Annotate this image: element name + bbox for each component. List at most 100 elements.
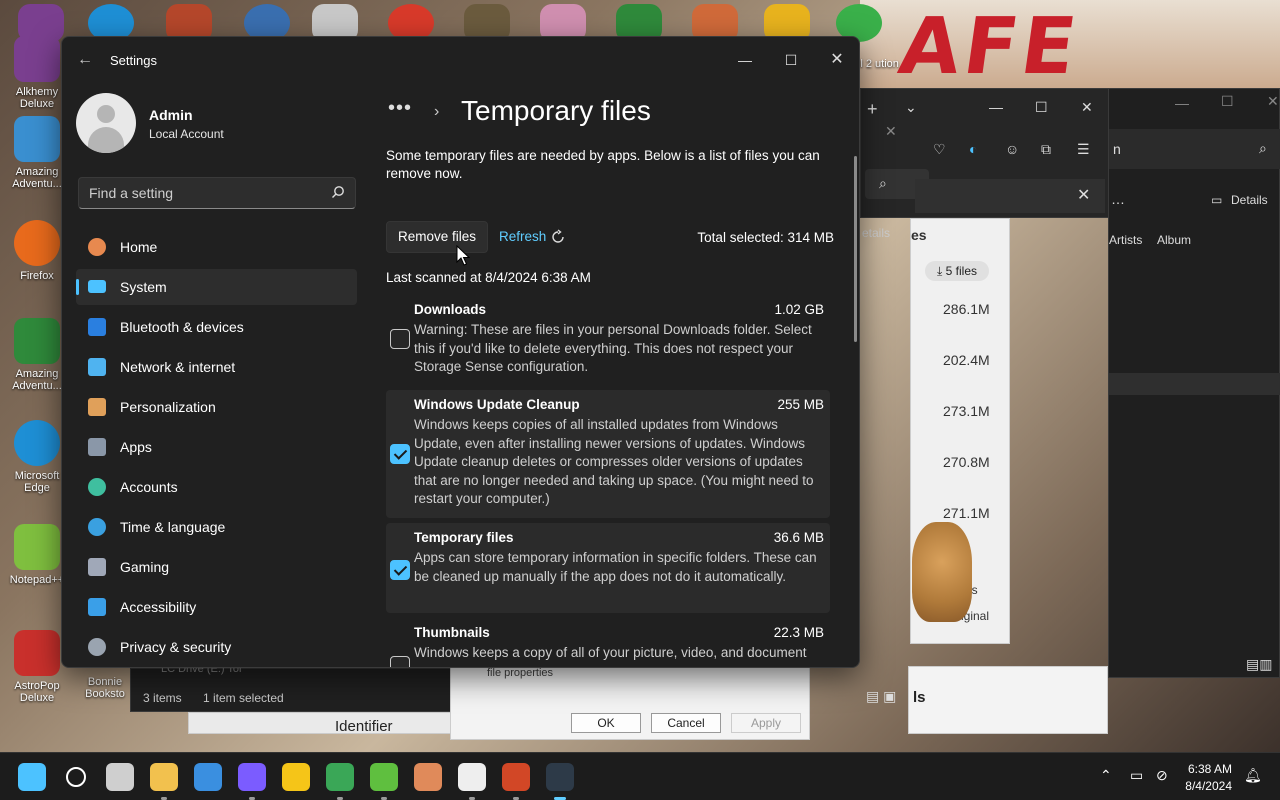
task-view-icon[interactable] <box>106 763 134 791</box>
ok-button[interactable]: OK <box>571 713 641 733</box>
cancel-button[interactable]: Cancel <box>651 713 721 733</box>
close-button[interactable]: ✕ <box>820 45 854 75</box>
downloads-checkbox[interactable] <box>390 329 410 349</box>
powerpoint-icon[interactable] <box>502 763 530 791</box>
file-category-thumbnails[interactable]: Thumbnails 22.3 MB Windows keeps a copy … <box>386 618 830 667</box>
breadcrumb-more-button[interactable]: ••• <box>388 97 412 120</box>
nav-item-home[interactable]: Home <box>76 229 357 265</box>
personalization-icon <box>88 398 106 416</box>
file-category-downloads[interactable]: Downloads 1.02 GB Warning: These are fil… <box>386 295 830 385</box>
desktop-icon-astropop[interactable]: AstroPop Deluxe <box>6 630 68 704</box>
microsoft-store-icon[interactable] <box>194 763 222 791</box>
account-icon[interactable]: ☺ <box>1005 141 1019 157</box>
notifications-bell-icon[interactable]: 🔔︎ <box>1244 767 1262 783</box>
media-maximize-icon[interactable]: ☐ <box>1221 93 1234 110</box>
content-scrollbar[interactable] <box>854 156 857 342</box>
desktop-icon-alkhemy[interactable]: Alkhemy Deluxe <box>6 36 68 110</box>
nav-item-time-language[interactable]: Time & language <box>76 509 357 545</box>
desktop-icon-label[interactable]: Bonnie Booksto <box>78 676 132 700</box>
browser-maximize-icon[interactable]: ☐ <box>1035 99 1048 116</box>
apply-button[interactable]: Apply <box>731 713 801 733</box>
back-arrow-icon[interactable]: ← <box>74 49 96 71</box>
nav-item-apps[interactable]: Apps <box>76 429 357 465</box>
tray-time[interactable]: 6:38 AM <box>1188 762 1232 776</box>
column-artists[interactable]: Artists <box>1109 233 1142 247</box>
user-name: Admin <box>149 107 193 123</box>
settings-gear-icon[interactable] <box>546 763 574 791</box>
new-tab-icon[interactable]: + <box>867 99 878 120</box>
nav-item-label: Apps <box>120 439 152 455</box>
nav-item-shield[interactable]: Privacy & security <box>76 629 357 665</box>
maximize-button[interactable]: ☐ <box>774 45 808 75</box>
browser-close-icon[interactable]: ✕ <box>1081 99 1093 116</box>
start-icon[interactable] <box>18 763 46 791</box>
nav-item-personalization[interactable]: Personalization <box>76 389 357 425</box>
nav-item-system[interactable]: System <box>76 269 357 305</box>
hamburger-menu-icon[interactable]: ☰ <box>1077 141 1090 158</box>
volume-muted-icon[interactable]: ⊘ <box>1156 767 1172 783</box>
extensions-puzzle-icon[interactable]: ⧉ <box>1041 141 1051 158</box>
file-explorer-icon[interactable] <box>150 763 178 791</box>
tray-date[interactable]: 8/4/2024 <box>1185 779 1232 793</box>
view-toggle-icons-right[interactable]: ▤▥ <box>1246 656 1272 673</box>
app-yellow-icon[interactable] <box>282 763 310 791</box>
remove-files-button[interactable]: Remove files <box>386 221 488 253</box>
nav-item-label: Home <box>120 239 158 255</box>
app-green-cube-icon[interactable] <box>370 763 398 791</box>
media-selected-row[interactable] <box>1109 373 1280 395</box>
media-search-bar[interactable]: n ⌕ <box>1109 129 1280 169</box>
file-category-windows-update-cleanup[interactable]: Windows Update Cleanup 255 MB Windows ke… <box>386 390 830 518</box>
more-options-icon[interactable]: … <box>1111 191 1125 207</box>
column-album[interactable]: Album <box>1157 233 1191 247</box>
details-icon[interactable]: ▭ <box>1211 193 1222 207</box>
files-badge-label: 5 files <box>945 264 977 278</box>
settings-search-box[interactable] <box>78 177 356 209</box>
chevron-up-icon[interactable]: ⌃ <box>1100 767 1116 783</box>
desktop-icon-amazing-adventures-2[interactable]: Amazing Adventu... <box>6 318 68 392</box>
desktop-icon-edge[interactable]: Microsoft Edge <box>6 420 68 494</box>
pocket-icon[interactable]: ♡ <box>933 141 946 158</box>
refresh-icon[interactable] <box>550 229 566 245</box>
search-icon[interactable] <box>331 185 345 199</box>
details-button[interactable]: Details <box>1231 193 1268 207</box>
nav-item-gaming[interactable]: Gaming <box>76 549 357 585</box>
search-icon[interactable] <box>66 767 86 787</box>
time-language-icon <box>88 518 106 536</box>
chevron-right-icon: › <box>434 103 440 120</box>
nav-item-accounts[interactable]: Accounts <box>76 469 357 505</box>
mouse-cursor-icon <box>456 245 470 266</box>
windows-update-cleanup-checkbox[interactable] <box>390 444 410 464</box>
minimize-button[interactable]: — <box>728 45 762 75</box>
browser-minimize-icon[interactable]: — <box>989 99 1003 115</box>
firefox-icon[interactable] <box>238 763 266 791</box>
nav-item-label: Bluetooth & devices <box>120 319 244 335</box>
files-badge[interactable]: ⤓ 5 files <box>925 261 989 281</box>
media-minimize-icon[interactable]: — <box>1175 95 1189 111</box>
search-input[interactable] <box>79 178 319 208</box>
nav-item-network[interactable]: Network & internet <box>76 349 357 385</box>
refresh-link[interactable]: Refresh <box>499 229 546 244</box>
desktop-icon-label: AstroPop Deluxe <box>14 680 60 704</box>
app-character-icon[interactable] <box>414 763 442 791</box>
download-icon: ⤓ <box>937 264 946 278</box>
search-icon: ⌕ <box>1259 140 1267 156</box>
view-toggle-icons[interactable]: ▤ ▣ <box>866 688 896 705</box>
temporary-files-checkbox[interactable] <box>390 560 410 580</box>
extension-icon[interactable]: ◐ <box>969 141 977 157</box>
7zip-icon[interactable] <box>458 763 486 791</box>
file-category-temporary-files[interactable]: Temporary files 36.6 MB Apps can store t… <box>386 523 830 613</box>
nav-item-bluetooth[interactable]: Bluetooth & devices <box>76 309 357 345</box>
tab-list-chevron-icon[interactable]: ⌄ <box>905 99 917 116</box>
desktop-icon-notepad-plus-plus[interactable]: Notepad++ <box>6 524 68 586</box>
network-icon[interactable]: ▭ <box>1130 767 1146 783</box>
desktop-icon-amazing-adventures-1[interactable]: Amazing Adventu... <box>6 116 68 190</box>
user-profile[interactable]: Admin Local Account <box>76 93 356 155</box>
media-close-icon[interactable]: ✕ <box>1267 93 1279 110</box>
thumbnails-checkbox[interactable] <box>390 656 410 667</box>
tab-close-icon[interactable]: ✕ <box>885 123 897 140</box>
desktop-icon-label: Microsoft Edge <box>14 470 60 494</box>
chrome-icon[interactable] <box>326 763 354 791</box>
dialog-close-icon[interactable]: ✕ <box>1077 185 1090 205</box>
desktop-icon-firefox[interactable]: Firefox <box>6 220 68 282</box>
nav-item-accessibility[interactable]: Accessibility <box>76 589 357 625</box>
